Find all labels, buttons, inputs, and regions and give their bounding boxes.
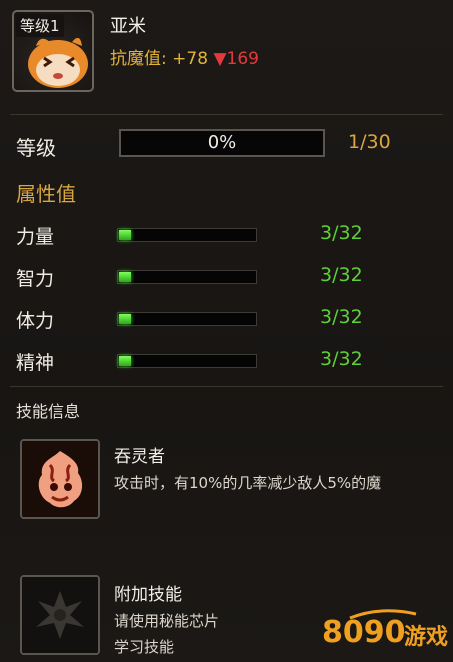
watermark-text: 游戏 bbox=[404, 624, 448, 650]
watermark-logo-icon: 8090 游戏 bbox=[322, 609, 448, 650]
attr-name: 体力 bbox=[16, 310, 55, 332]
resist-down-value: ▼169 bbox=[213, 49, 259, 69]
level-label: 等级 bbox=[16, 136, 56, 160]
skill-name: 附加技能 bbox=[114, 585, 182, 605]
skill-name: 吞灵者 bbox=[114, 447, 165, 467]
attr-fill bbox=[119, 272, 132, 282]
attr-bar bbox=[117, 312, 257, 326]
level-badge: 等级1 bbox=[16, 14, 64, 37]
attr-bar bbox=[117, 354, 257, 368]
attr-row-strength: 力量 3/32 bbox=[0, 220, 453, 250]
attr-value: 3/32 bbox=[320, 306, 363, 328]
attr-name: 力量 bbox=[16, 226, 55, 248]
resist-label: 抗魔值: bbox=[110, 49, 167, 69]
skill-description-line2: 学习技能 bbox=[114, 638, 175, 656]
attr-fill bbox=[119, 230, 132, 240]
attr-name: 智力 bbox=[16, 268, 55, 290]
attr-name: 精神 bbox=[16, 352, 55, 374]
attr-value: 3/32 bbox=[320, 222, 363, 244]
divider bbox=[10, 114, 443, 115]
resist-plus-value: +78 bbox=[172, 49, 209, 69]
attr-row-stamina: 体力 3/32 bbox=[0, 304, 453, 334]
level-progress-bar: 0% bbox=[119, 129, 325, 157]
site-watermark: 8090 游戏 bbox=[320, 604, 450, 658]
skill-description: 攻击时，有10%的几率减少敌人5%的魔 bbox=[114, 474, 382, 492]
locked-emblem-icon bbox=[22, 577, 98, 653]
attr-bar bbox=[117, 270, 257, 284]
attr-row-intelligence: 智力 3/32 bbox=[0, 262, 453, 292]
skill-icon-extra[interactable] bbox=[20, 575, 100, 655]
pet-name: 亚米 bbox=[110, 16, 146, 37]
attr-value: 3/32 bbox=[320, 348, 363, 370]
skill-icon-soul-devourer[interactable] bbox=[20, 439, 100, 519]
flame-beast-icon bbox=[22, 441, 98, 517]
skill-description-line1: 请使用秘能芯片 bbox=[114, 612, 220, 630]
attr-bar bbox=[117, 228, 257, 242]
attr-fill bbox=[119, 356, 132, 366]
attr-row-spirit: 精神 3/32 bbox=[0, 346, 453, 376]
skills-heading: 技能信息 bbox=[16, 402, 81, 421]
resist-stat: 抗魔值: +78 ▼169 bbox=[110, 44, 259, 69]
level-progress-text: 0% bbox=[207, 132, 237, 153]
attr-value: 3/32 bbox=[320, 264, 363, 286]
attr-fill bbox=[119, 314, 132, 324]
pet-portrait[interactable]: 等级1 bbox=[12, 10, 94, 92]
pet-info-panel: 等级1 亚米 抗魔值: +78 ▼169 等级 0% 1/30 属性值 力量 3… bbox=[0, 0, 453, 662]
divider bbox=[10, 386, 443, 387]
level-count: 1/30 bbox=[348, 131, 391, 153]
attributes-title: 属性值 bbox=[16, 182, 76, 206]
svg-text:8090: 8090 bbox=[322, 615, 406, 650]
